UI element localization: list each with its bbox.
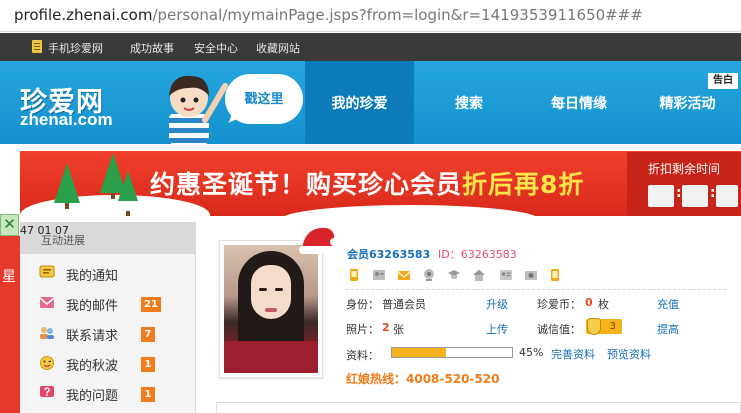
- count-badge: 1: [141, 357, 155, 372]
- shield-icon: [587, 318, 601, 335]
- mobile-site-icon: [32, 40, 42, 53]
- divider: [346, 289, 726, 290]
- countdown-label: 折扣剩余时间: [647, 162, 720, 176]
- christmas-tree-icon: [118, 171, 138, 216]
- url-text[interactable]: profile.zhenai.com/personal/mymainPage.j…: [14, 6, 643, 24]
- sidebar-item-label: 联系请求: [66, 329, 119, 344]
- bookmark-site-link[interactable]: 收藏网站: [256, 40, 300, 56]
- house-icon[interactable]: [472, 268, 486, 282]
- camera-icon[interactable]: [524, 268, 538, 282]
- profile-photo-image: [224, 245, 318, 373]
- sidebar-item-winks[interactable]: 我的秋波 1: [20, 348, 196, 378]
- tab-my-zhenai[interactable]: 我的珍爱: [305, 61, 414, 144]
- countdown-colon: :: [676, 185, 682, 201]
- side-tab-label: 星: [2, 269, 16, 285]
- close-icon[interactable]: ✕: [0, 214, 19, 236]
- complete-profile-link[interactable]: 完善资料: [551, 346, 595, 362]
- sidebar-item-questions[interactable]: 我的问题 1: [20, 378, 196, 408]
- sidebar-item-label: 我的通知: [66, 269, 119, 284]
- click-here-bubble[interactable]: 戳这里: [225, 74, 303, 124]
- improve-link[interactable]: 提高: [657, 321, 679, 337]
- mascot-illustration: [169, 75, 228, 144]
- promo-slogan-discount: 折后再8折: [462, 170, 585, 199]
- upgrade-link[interactable]: 升级: [486, 296, 508, 312]
- sidebar-item-contact-requests[interactable]: 联系请求 7: [20, 318, 196, 348]
- top-links-bar: 手机珍爱网 成功故事 安全中心 收藏网站: [0, 33, 741, 61]
- contact-card-icon[interactable]: [372, 268, 386, 282]
- success-stories-link[interactable]: 成功故事: [130, 40, 174, 56]
- coins-label: 珍爱币：: [537, 298, 581, 311]
- tab-daily-match[interactable]: 每日情缘: [524, 61, 634, 144]
- sidebar-item-notifications[interactable]: 我的通知: [20, 258, 196, 288]
- floating-side-tab[interactable]: 星: [0, 236, 20, 413]
- discount-countdown: 折扣剩余时间 : :: [627, 152, 741, 216]
- id-card-icon[interactable]: [499, 268, 513, 282]
- identity-label: 身份：: [346, 298, 379, 311]
- mobile-site-link[interactable]: 手机珍爱网: [48, 40, 103, 56]
- wink-icon: [40, 356, 54, 370]
- bubble-label: 戳这里: [244, 92, 284, 107]
- graduation-cap-icon[interactable]: [447, 268, 461, 282]
- coins-unit: 枚: [598, 298, 609, 311]
- overlay-timestamp: 47 01 07: [20, 224, 69, 237]
- matchmaker-hotline: 红娘热线：4008-520-520: [346, 372, 500, 386]
- contacts-icon: [40, 327, 54, 339]
- mail-icon: [39, 297, 55, 308]
- photos-label: 照片：: [346, 323, 379, 336]
- url-host: profile.zhenai.com: [14, 6, 153, 24]
- question-icon: [40, 386, 54, 397]
- count-badge: 7: [141, 327, 155, 342]
- promo-slogan: 约惠圣诞节！购买珍心会员折后再8折: [150, 165, 584, 201]
- member-name[interactable]: 会员63263583: [347, 246, 430, 262]
- snow-drift: [280, 205, 540, 216]
- notice-icon: [39, 265, 55, 278]
- phone-icon[interactable]: [347, 268, 361, 282]
- profile-completeness-fill: [392, 348, 446, 357]
- coins-value: 0: [585, 296, 593, 309]
- content-panel: [216, 402, 741, 413]
- site-logo-domain[interactable]: zhenai.com: [20, 110, 113, 130]
- countdown-minutes: [682, 185, 708, 207]
- completeness-label: 资料：: [346, 349, 379, 362]
- email-icon[interactable]: [397, 268, 411, 282]
- promo-slogan-main: 约惠圣诞节！购买珍心会员: [150, 170, 463, 199]
- count-badge: 21: [141, 297, 161, 312]
- photos-unit: 张: [393, 323, 404, 336]
- confession-notice-tag[interactable]: 告白: [708, 73, 738, 89]
- countdown-seconds: [716, 185, 738, 207]
- santa-hat-icon: [299, 227, 338, 254]
- count-badge: 1: [141, 387, 155, 402]
- preview-profile-link[interactable]: 预览资料: [607, 346, 651, 362]
- profile-photo[interactable]: [219, 240, 323, 378]
- sidebar-item-label: 我的问题: [66, 389, 119, 404]
- browser-url-bar[interactable]: profile.zhenai.com/personal/mymainPage.j…: [0, 0, 741, 32]
- photos-value: 2: [382, 321, 390, 334]
- countdown-colon: :: [710, 185, 716, 201]
- credit-label: 诚信值：: [537, 323, 581, 336]
- url-path: /personal/mymainPage.jsps?from=login&r=1…: [152, 6, 643, 24]
- sidebar-item-mail[interactable]: 我的邮件 21: [20, 288, 196, 318]
- completeness-percent: 45%: [519, 346, 544, 359]
- sidebar-item-label: 我的邮件: [66, 299, 119, 314]
- webcam-icon[interactable]: [422, 268, 436, 282]
- member-id: ID：63263583: [438, 248, 517, 261]
- recharge-link[interactable]: 充值: [657, 296, 679, 312]
- mobile-icon[interactable]: [548, 268, 562, 282]
- tab-search[interactable]: 搜索: [414, 61, 524, 144]
- identity-value: 普通会员: [382, 298, 426, 311]
- upload-link[interactable]: 上传: [486, 321, 508, 337]
- security-center-link[interactable]: 安全中心: [194, 40, 238, 56]
- christmas-tree-icon: [54, 163, 80, 209]
- countdown-hours: [648, 185, 674, 207]
- sidebar-item-label: 我的秋波: [66, 359, 119, 374]
